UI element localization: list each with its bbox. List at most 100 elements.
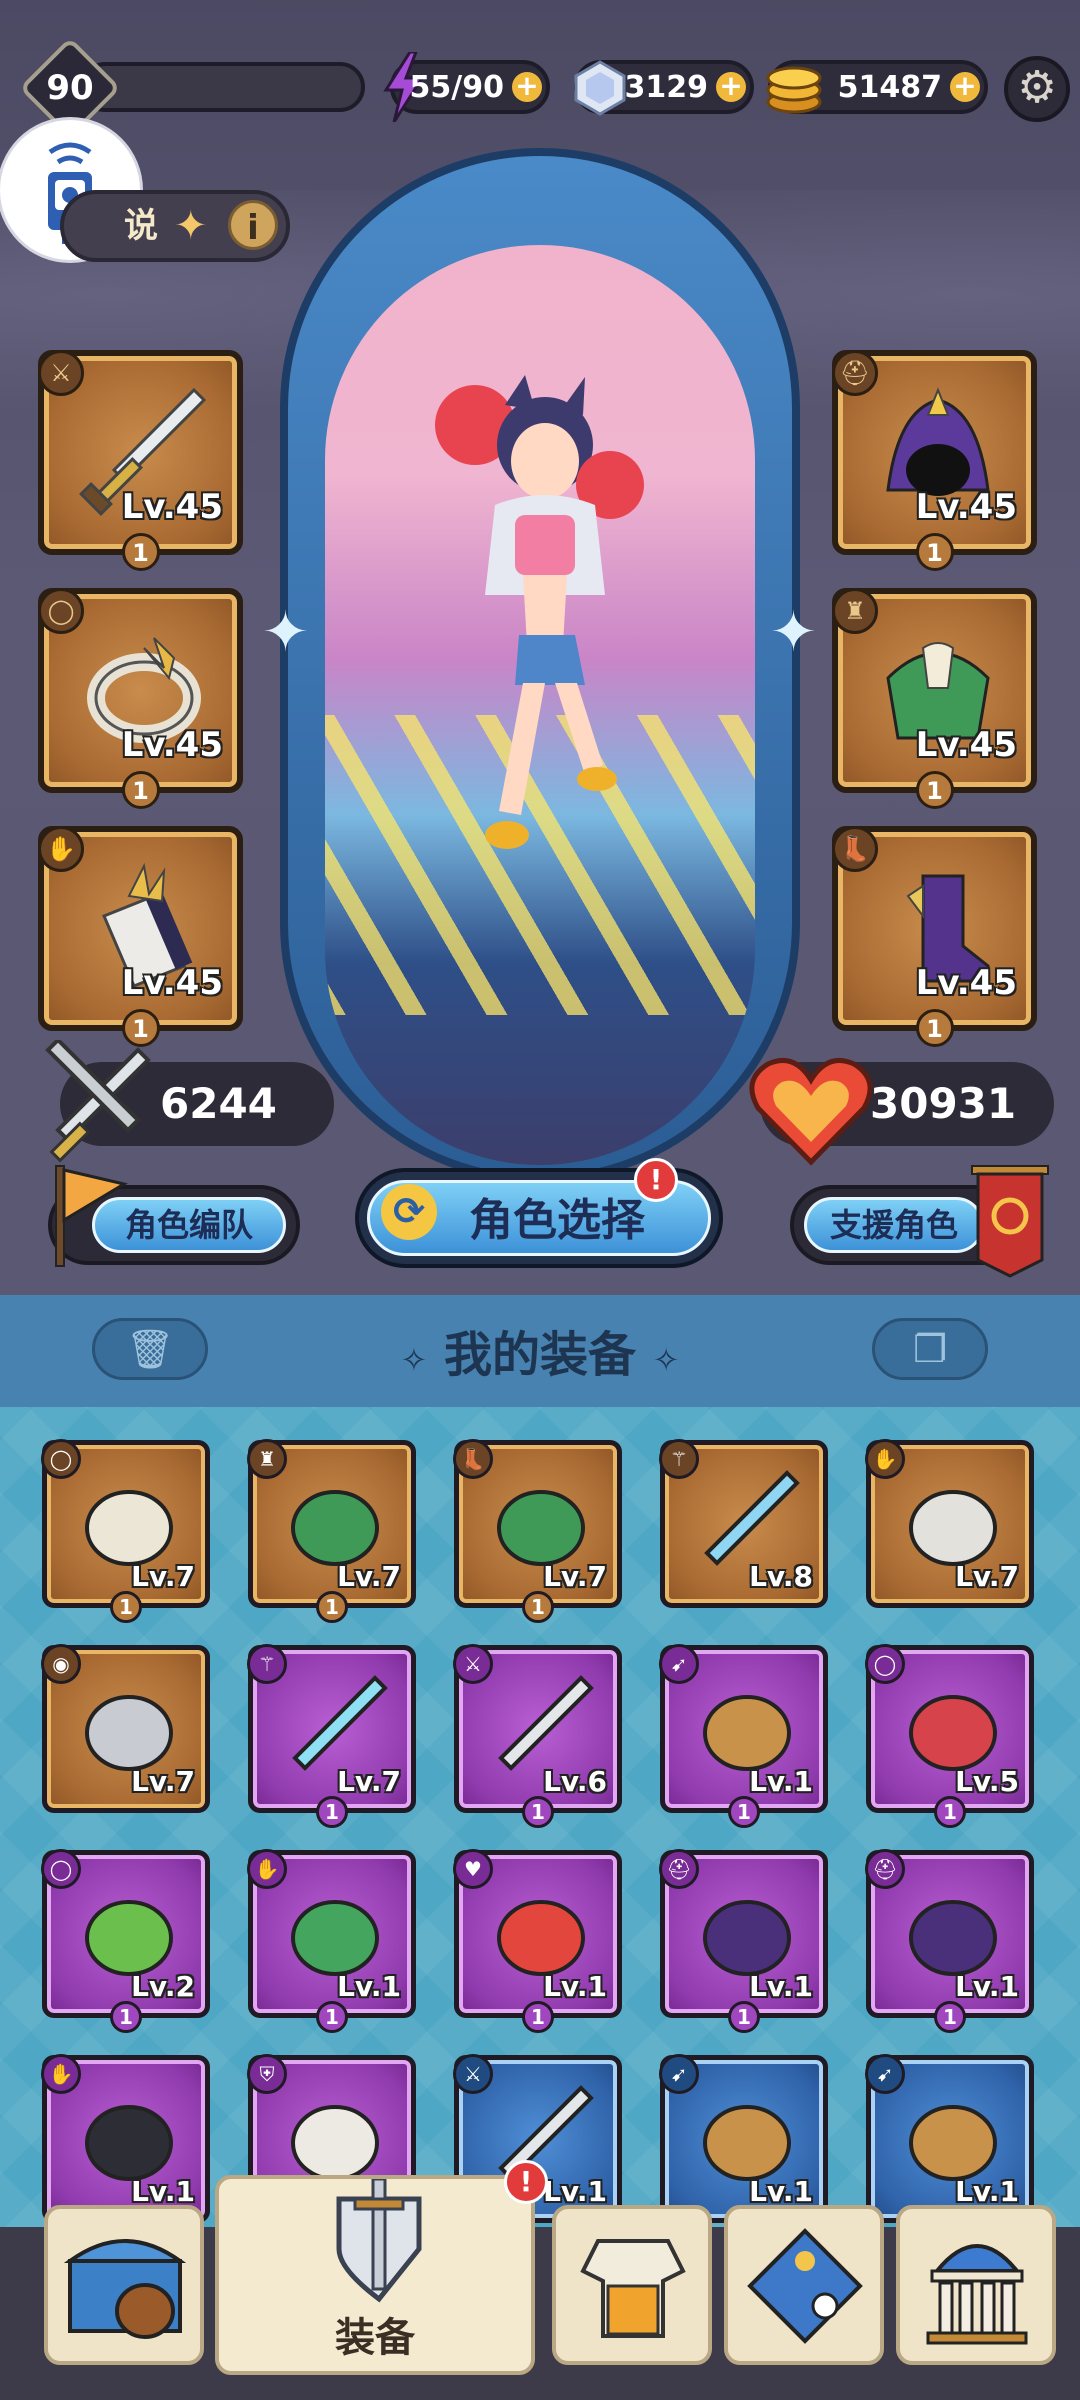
item-level: Lv.7 [131,1765,195,1798]
gem-icon [574,60,626,116]
inventory-item-ring[interactable]: ◯ Lv.7 1 [41,1439,210,1623]
treasure-chest-icon [63,2239,187,2339]
gold-counter[interactable]: 51487 + [766,60,988,114]
equipped-ring-slot[interactable]: ◯ Lv.45 1 [38,588,243,809]
inventory-item-bow[interactable]: ➹ Lv.1 [865,2054,1034,2223]
item-level: Lv.6 [543,1765,607,1798]
slot-level: Lv.45 [121,725,223,765]
slot-level: Lv.45 [915,963,1017,1003]
inventory-item-leaf-ring[interactable]: ◯ Lv.2 1 [41,1849,210,2033]
inventory-item-sword[interactable]: ⚔ Lv.6 1 [453,1644,622,1828]
gold-value: 51487 [837,69,942,105]
item-level: Lv.1 [543,1970,607,2003]
xp-bar [80,62,365,112]
item-level: Lv.7 [955,1560,1019,1593]
inventory-item-staff[interactable]: ⚚ Lv.8 [659,1439,828,1608]
support-character-label: 支援角色 [804,1197,984,1253]
inventory-item-hood[interactable]: ⛑ Lv.1 1 [865,1849,1034,2033]
slot-level: Lv.45 [121,487,223,527]
item-level: Lv.2 [131,1970,195,2003]
slot-count: 1 [915,533,954,571]
slot-level: Lv.45 [915,487,1017,527]
slot-level: Lv.45 [915,725,1017,765]
gold-coin-icon [766,66,822,114]
equipped-gauntlet-slot[interactable]: ✋ Lv.45 1 [38,826,243,1047]
legend-label: 说 [124,206,158,246]
inventory-item-belt[interactable]: ◉ Lv.7 [41,1644,210,1813]
inventory-item-bow[interactable]: ➹ Lv.1 [659,2054,828,2223]
equipped-weapon-slot[interactable]: ⚔ Lv.45 1 [38,350,243,571]
sparkle-icon: ✦ [174,203,208,249]
character-portrait[interactable] [325,245,755,1165]
nav-character-button[interactable] [552,2205,712,2365]
title-ornament-left-icon: ✧ [400,1341,428,1379]
nav-equipment-button[interactable]: 装备 [215,2175,535,2375]
player-level: 90 [46,68,94,108]
inventory-item-crystal-staff[interactable]: ⚚ Lv.7 1 [247,1644,416,1828]
item-level: Lv.1 [131,2175,195,2208]
item-count: 1 [110,2001,142,2033]
item-level: Lv.1 [955,2175,1019,2208]
inventory-item-red-scarf[interactable]: ♥ Lv.1 1 [453,1849,622,2033]
heart-icon [749,1058,873,1166]
equipped-armor-slot[interactable]: ♜ Lv.45 1 [832,588,1037,809]
inventory-item-gauntlet[interactable]: ✋ Lv.7 [865,1439,1034,1608]
sync-arrows-icon: ⟳ [381,1184,437,1240]
banner-icon [971,1165,1049,1278]
add-gems-button[interactable]: + [716,72,746,102]
item-count: 1 [316,1796,348,1828]
item-count: 1 [522,1591,554,1623]
sparkle-left-icon: ✦ [262,600,309,665]
item-level: Lv.1 [955,1970,1019,2003]
nav-shop-button[interactable] [44,2205,204,2365]
equipped-boots-slot[interactable]: 👢 Lv.45 1 [832,826,1037,1047]
character-select-label: 角色选择 [469,1195,645,1246]
item-level: Lv.8 [749,1560,813,1593]
nav-skills-button[interactable] [724,2205,884,2365]
inventory-item-bow[interactable]: ➹ Lv.1 1 [659,1644,828,1828]
slot-count: 1 [915,1009,954,1047]
inventory-item-green-armor[interactable]: ♜ Lv.7 1 [247,1439,416,1623]
inventory-item-green-gauntlet[interactable]: ✋ Lv.1 1 [247,1849,416,2033]
nav-guild-button[interactable] [896,2205,1056,2365]
item-level: Lv.1 [543,2175,607,2208]
info-icon[interactable]: i [228,200,278,250]
flag-icon [55,1165,128,1267]
inventory-item-red-ring[interactable]: ◯ Lv.5 1 [865,1644,1034,1828]
item-level: Lv.7 [131,1560,195,1593]
inventory-item-hood[interactable]: ⛑ Lv.1 1 [659,1849,828,2033]
item-count: 1 [934,2001,966,2033]
nav-equipment-label: 装备 [335,2315,415,2361]
sparkle-right-icon: ✦ [770,600,817,665]
crossed-swords-icon [45,1040,151,1163]
inventory-item-black-gauntlet[interactable]: ✋ Lv.1 [41,2054,210,2223]
item-count: 1 [728,2001,760,2033]
copy-icon[interactable]: ❐ [872,1318,988,1380]
gem-value: 3129 [624,69,709,105]
item-count: 1 [934,1796,966,1828]
equipped-head-slot[interactable]: ⛑ Lv.45 1 [832,350,1037,571]
item-level: Lv.5 [955,1765,1019,1798]
alert-badge: ! [634,1158,678,1202]
item-count: 1 [522,1796,554,1828]
item-level: Lv.1 [749,1970,813,2003]
slot-level: Lv.45 [121,963,223,1003]
item-count: 1 [522,2001,554,2033]
add-energy-button[interactable]: + [512,72,542,102]
item-level: Lv.7 [337,1765,401,1798]
gem-counter[interactable]: 3129 + [574,60,754,116]
slot-count: 1 [121,533,160,571]
add-gold-button[interactable]: + [950,72,980,102]
item-count: 1 [728,1796,760,1828]
settings-gear-icon[interactable]: ⚙ [1004,56,1070,122]
item-level: Lv.1 [749,1765,813,1798]
energy-counter[interactable]: 55/90 + [383,52,550,122]
title-ornament-right-icon: ✧ [652,1341,680,1379]
equipment-alert-badge: ! [504,2160,548,2204]
attack-power-value: 6244 [160,1079,277,1128]
inventory-item-green-boots[interactable]: 👢 Lv.7 1 [453,1439,622,1623]
armor-icon [580,2239,686,2338]
slot-count: 1 [915,771,954,809]
health-power-value: 30931 [870,1079,1017,1128]
character-illustration [435,375,644,849]
